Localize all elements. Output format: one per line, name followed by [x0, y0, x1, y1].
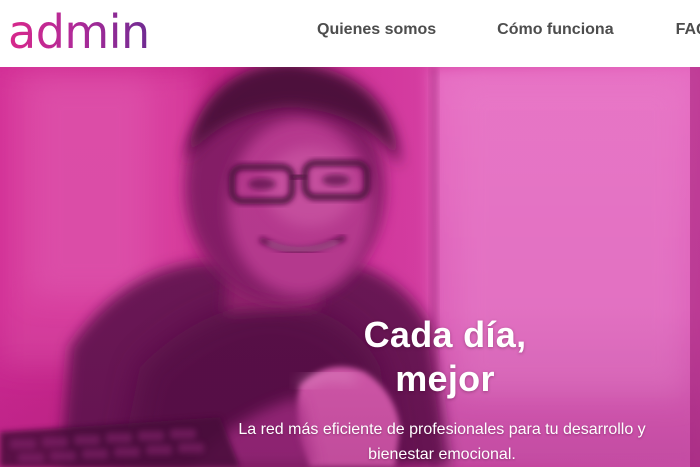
- hero-title-line-2: mejor: [395, 358, 495, 399]
- main-nav: Quienes somos Cómo funciona FAQS: [317, 0, 700, 60]
- logo-wordmark: admin: [8, 5, 150, 59]
- hero-subtitle-line-2: bienestar emocional.: [368, 446, 516, 463]
- hero-tint-overlay: [0, 67, 700, 467]
- hero-title-line-1: Cada día,: [363, 314, 527, 355]
- hero-title: Cada día, mejor: [300, 313, 590, 401]
- nav-item-como-funciona[interactable]: Cómo funciona: [497, 21, 613, 39]
- nav-item-faqs[interactable]: FAQS: [676, 21, 700, 39]
- hero-subtitle: La red más eficiente de profesionales pa…: [232, 417, 652, 467]
- hero-section: Cada día, mejor La red más eficiente de …: [0, 67, 700, 467]
- logo-link[interactable]: admin: [8, 2, 150, 62]
- hero-subtitle-line-1: La red más eficiente de profesionales pa…: [238, 421, 646, 438]
- nav-item-quienes-somos[interactable]: Quienes somos: [317, 21, 436, 39]
- site-header: admin Quienes somos Cómo funciona FAQS: [0, 0, 700, 67]
